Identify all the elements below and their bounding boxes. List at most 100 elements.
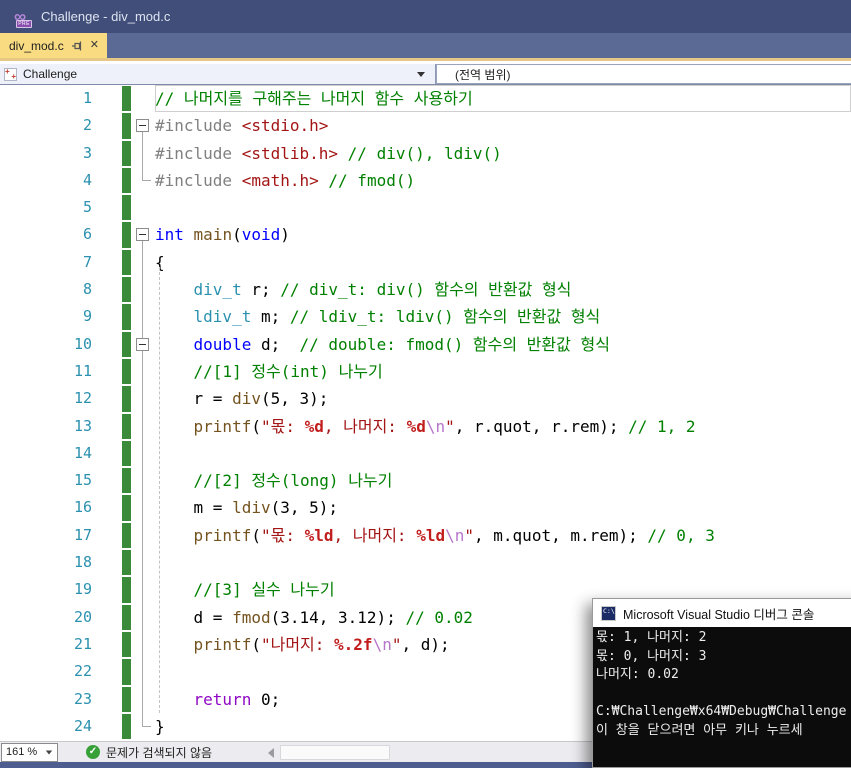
code-text[interactable] <box>155 194 851 221</box>
change-tracking-bar <box>122 550 131 575</box>
code-text[interactable] <box>155 549 851 576</box>
code-line[interactable]: 15 //[2] 정수(long) 나누기 <box>0 467 851 494</box>
member-dropdown-value: (전역 범위) <box>455 66 511 83</box>
code-text[interactable]: // 나머지를 구해주는 나머지 함수 사용하기 <box>155 85 851 112</box>
code-text[interactable]: int main(void) <box>155 221 851 248</box>
line-number: 15 <box>0 467 100 494</box>
change-tracking-bar <box>122 523 131 548</box>
scope-dropdown[interactable]: ++ Challenge <box>0 64 436 84</box>
outline-margin <box>131 522 155 549</box>
fold-toggle-icon[interactable] <box>136 338 149 351</box>
code-text[interactable]: { <box>155 249 851 276</box>
line-number: 10 <box>0 331 100 358</box>
line-number: 16 <box>0 494 100 521</box>
line-number: 11 <box>0 358 100 385</box>
pin-icon[interactable] <box>71 40 83 52</box>
code-text[interactable]: //[1] 정수(int) 나누기 <box>155 358 851 385</box>
code-text[interactable]: //[2] 정수(long) 나누기 <box>155 467 851 494</box>
close-icon[interactable]: ✕ <box>90 40 99 51</box>
code-text[interactable]: m = ldiv(3, 5); <box>155 494 851 521</box>
window-title: Challenge - div_mod.c <box>41 9 170 24</box>
code-line[interactable]: 9 ldiv_t m; // ldiv_t: ldiv() 함수의 반환값 형식 <box>0 303 851 330</box>
title-bar[interactable]: ∞ PRE Challenge - div_mod.c <box>0 0 851 33</box>
change-tracking-bar <box>122 277 131 302</box>
code-line[interactable]: 12 r = div(5, 3); <box>0 385 851 412</box>
chevron-down-icon <box>417 72 425 77</box>
code-line[interactable]: 8 div_t r; // div_t: div() 함수의 반환값 형식 <box>0 276 851 303</box>
console-title-bar[interactable]: C:\ Microsoft Visual Studio 디버그 콘솔 <box>593 599 851 627</box>
code-line[interactable]: 11 //[1] 정수(int) 나누기 <box>0 358 851 385</box>
line-number: 19 <box>0 576 100 603</box>
console-app-icon: C:\ <box>601 606 616 621</box>
change-tracking-bar <box>122 632 131 657</box>
console-line: 몫: 1, 나머지: 2 <box>596 629 851 648</box>
change-tracking-bar <box>122 195 131 220</box>
outline-margin <box>131 686 155 713</box>
outline-margin <box>131 440 155 467</box>
code-line[interactable]: 17 printf("몫: %ld, 나머지: %ld\n", m.quot, … <box>0 522 851 549</box>
code-line[interactable]: 7{ <box>0 249 851 276</box>
code-text[interactable]: r = div(5, 3); <box>155 385 851 412</box>
code-line[interactable]: 16 m = ldiv(3, 5); <box>0 494 851 521</box>
code-text[interactable]: ldiv_t m; // ldiv_t: ldiv() 함수의 반환값 형식 <box>155 303 851 330</box>
code-health-indicator[interactable]: ✓ 문제가 검색되지 않음 <box>86 744 212 761</box>
fold-toggle-icon[interactable] <box>136 119 149 132</box>
line-number: 5 <box>0 194 100 221</box>
code-text[interactable]: double d; // double: fmod() 함수의 반환값 형식 <box>155 331 851 358</box>
code-text[interactable]: #include <math.h> // fmod() <box>155 167 851 194</box>
member-dropdown[interactable]: (전역 범위) <box>436 64 851 84</box>
code-line[interactable]: 6int main(void) <box>0 221 851 248</box>
console-line: 몫: 0, 나머지: 3 <box>596 648 851 667</box>
horizontal-scrollbar[interactable] <box>262 742 593 763</box>
outline-margin <box>131 358 155 385</box>
outline-connector <box>142 131 143 180</box>
console-title: Microsoft Visual Studio 디버그 콘솔 <box>623 604 814 623</box>
code-line[interactable]: 14 <box>0 440 851 467</box>
code-line[interactable]: 1 // 나머지를 구해주는 나머지 함수 사용하기 <box>0 85 851 112</box>
console-line: 나머지: 0.02 <box>596 666 851 685</box>
outline-margin <box>131 576 155 603</box>
line-number: 1 <box>0 85 100 112</box>
code-text[interactable]: #include <stdio.h> <box>155 112 851 139</box>
scope-dropdown-value: Challenge <box>23 67 411 81</box>
change-tracking-bar <box>122 659 131 684</box>
code-line[interactable]: 18 <box>0 549 851 576</box>
fold-toggle-icon[interactable] <box>136 228 149 241</box>
outline-margin <box>131 467 155 494</box>
change-tracking-bar <box>122 687 131 712</box>
code-line[interactable]: 4 #include <math.h> // fmod() <box>0 167 851 194</box>
change-tracking-bar <box>122 250 131 275</box>
change-tracking-bar <box>122 714 131 739</box>
scroll-left-icon[interactable] <box>268 748 274 758</box>
outline-connector <box>142 726 151 727</box>
code-text[interactable]: printf("몫: %d, 나머지: %d\n", r.quot, r.rem… <box>155 413 851 440</box>
code-text[interactable] <box>155 440 851 467</box>
console-output: 몫: 1, 나머지: 2몫: 0, 나머지: 3나머지: 0.02 C:₩Cha… <box>593 627 851 767</box>
console-line: 이 창을 닫으려면 아무 키나 누르세 <box>596 722 851 741</box>
health-status-text: 문제가 검색되지 않음 <box>106 744 212 761</box>
code-text[interactable]: #include <stdlib.h> // div(), ldiv() <box>155 140 851 167</box>
outline-margin <box>131 494 155 521</box>
line-number: 14 <box>0 440 100 467</box>
code-line[interactable]: 13 printf("몫: %d, 나머지: %d\n", r.quot, r.… <box>0 413 851 440</box>
indent-guide <box>159 267 160 713</box>
console-line <box>596 685 851 704</box>
code-line[interactable]: 10 double d; // double: fmod() 함수의 반환값 형… <box>0 331 851 358</box>
code-text[interactable]: printf("몫: %ld, 나머지: %ld\n", m.quot, m.r… <box>155 522 851 549</box>
change-tracking-bar <box>122 304 131 329</box>
code-text[interactable]: div_t r; // div_t: div() 함수의 반환값 형식 <box>155 276 851 303</box>
line-number: 9 <box>0 303 100 330</box>
tab-label: div_mod.c <box>9 39 64 53</box>
debug-console-window: C:\ Microsoft Visual Studio 디버그 콘솔 몫: 1,… <box>592 598 851 768</box>
zoom-select[interactable]: 161 % <box>1 743 58 762</box>
outline-margin <box>131 658 155 685</box>
code-line[interactable]: 2#include <stdio.h> <box>0 112 851 139</box>
code-line[interactable]: 5 <box>0 194 851 221</box>
line-number: 21 <box>0 631 100 658</box>
line-number: 4 <box>0 167 100 194</box>
scrollbar-thumb[interactable] <box>280 745 390 760</box>
tab-div-mod-c[interactable]: div_mod.c ✕ <box>0 33 107 58</box>
change-tracking-bar <box>122 495 131 520</box>
line-number: 13 <box>0 413 100 440</box>
code-line[interactable]: 3#include <stdlib.h> // div(), ldiv() <box>0 140 851 167</box>
